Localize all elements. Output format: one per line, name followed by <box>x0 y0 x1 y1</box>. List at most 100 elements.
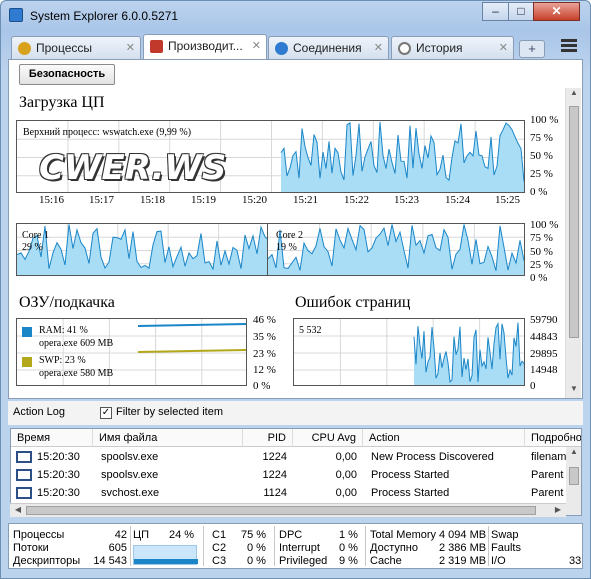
faults-ytick: 59790 <box>530 314 558 326</box>
cell-details: Parent <box>531 487 564 499</box>
scroll-up-icon[interactable]: ▲ <box>566 88 582 102</box>
col-header-pid[interactable]: PID <box>243 429 293 447</box>
menu-icon[interactable] <box>561 38 577 54</box>
cpu-xtick: 15:20 <box>242 194 268 206</box>
action-log-header: Action Log ✓ Filter by selected item <box>8 401 583 425</box>
swp-process: opera.exe 580 MB <box>39 368 114 379</box>
faults-chart: 5 532 <box>293 318 525 386</box>
col-header-time[interactable]: Время <box>11 429 93 447</box>
core2-graph <box>268 224 524 275</box>
scroll-thumb[interactable] <box>569 106 579 338</box>
table-hscrollbar[interactable]: ◀ ▶ <box>10 503 566 517</box>
watermark-logo: CWER.WS <box>39 148 227 188</box>
status-privileged: 9 % <box>339 555 358 567</box>
cell-cpu-avg: 0,00 <box>335 451 357 463</box>
status-swap-label: Swap <box>491 529 519 541</box>
core-ytick: 50 % <box>530 246 553 258</box>
ram-legend-swatch <box>22 327 32 337</box>
cell-pid: 1224 <box>262 451 287 463</box>
clock-icon <box>398 42 411 55</box>
tab-label: Соединения <box>293 41 362 55</box>
top-process-label: Верхний процесс: wswatch.exe (9,99 %) <box>23 127 192 138</box>
tab-close-icon[interactable]: ✕ <box>374 37 383 59</box>
core1-chart: Core 1 29 % <box>16 223 268 276</box>
tab-processes[interactable]: Процессы ✕ <box>11 36 141 60</box>
window-title: System Explorer 6.0.0.5271 <box>30 9 179 23</box>
close-button[interactable]: ✕ <box>533 2 580 21</box>
status-separator <box>488 526 489 566</box>
tab-close-icon[interactable]: ✕ <box>126 37 135 59</box>
cell-filename: spoolsv.exe <box>101 451 159 463</box>
status-bar: Процессы 42 Потоки 605 Дескрипторы 14 54… <box>8 523 583 569</box>
scroll-down-icon[interactable]: ▼ <box>566 384 582 398</box>
new-tab-button[interactable]: + <box>519 40 545 58</box>
status-separator <box>203 526 204 566</box>
status-cpu: 24 % <box>169 529 195 541</box>
status-c2-label: C2 <box>212 542 227 554</box>
hscroll-thumb[interactable] <box>26 506 536 515</box>
status-c1-label: C1 <box>212 529 227 541</box>
core2-value: 19 % <box>276 242 297 253</box>
status-faults-label: Faults <box>491 542 521 554</box>
cpu-xtick: 15:16 <box>39 194 65 206</box>
status-dpc: 1 % <box>339 529 358 541</box>
tab-history[interactable]: История ✕ <box>391 36 514 60</box>
tab-label: Процессы <box>36 41 93 55</box>
ram-line <box>137 323 246 327</box>
ram-process: opera.exe 609 MB <box>39 338 114 349</box>
status-cpu-label: ЦП <box>133 529 150 541</box>
core-ytick: 25 % <box>530 259 553 271</box>
cpu-ytick: 25 % <box>530 168 553 180</box>
col-header-action[interactable]: Action <box>363 429 525 447</box>
ram-heading: ОЗУ/подкачка <box>19 294 115 311</box>
cpu-ytick: 0 % <box>530 186 548 198</box>
table-scrollbar[interactable]: ▲ <box>566 447 581 515</box>
ram-ytick: 23 % <box>253 348 276 360</box>
tab-label: Производит... <box>168 39 243 53</box>
action-log-label: Action Log <box>13 406 65 418</box>
scroll-left-icon[interactable]: ◀ <box>10 505 26 519</box>
status-dpc-label: DPC <box>279 529 303 541</box>
status-separator <box>130 526 131 566</box>
scroll-right-icon[interactable]: ▶ <box>550 505 566 519</box>
tab-close-icon[interactable]: ✕ <box>499 37 508 59</box>
cpu-ytick: 75 % <box>530 132 553 144</box>
col-header-cpu-avg[interactable]: CPU Avg <box>293 429 363 447</box>
panel-scrollbar[interactable]: ▲ ▼ <box>565 88 581 398</box>
process-window-icon <box>16 451 32 463</box>
cell-action: New Process Discovered <box>371 451 494 463</box>
core-ytick: 0 % <box>530 272 548 284</box>
scroll-thumb[interactable] <box>569 467 579 485</box>
maximize-button[interactable]: □ <box>508 2 534 21</box>
cell-action: Process Started <box>371 487 450 499</box>
filter-label: Filter by selected item <box>116 406 223 418</box>
cpu-xtick: 15:17 <box>89 194 115 206</box>
cpu-ytick: 50 % <box>530 150 553 162</box>
tab-connections[interactable]: Соединения ✕ <box>268 36 389 60</box>
tab-close-icon[interactable]: ✕ <box>252 35 261 57</box>
ram-ytick: 12 % <box>253 364 276 376</box>
status-c1: 75 % <box>241 529 267 541</box>
security-button[interactable]: Безопасность <box>19 64 115 85</box>
faults-graph <box>294 319 524 385</box>
status-avail: 2 386 MB <box>439 542 487 554</box>
scroll-up-icon[interactable]: ▲ <box>566 447 581 461</box>
cell-details: Parent <box>531 469 564 481</box>
tab-performance[interactable]: Производит... ✕ <box>143 34 267 61</box>
status-c2: 0 % <box>247 542 266 554</box>
faults-ytick: 14948 <box>530 364 558 376</box>
status-interrupt: 0 % <box>339 542 358 554</box>
minimize-button[interactable]: – <box>482 2 509 21</box>
monitor-icon <box>150 40 163 53</box>
col-header-details[interactable]: Подробно <box>525 429 581 447</box>
col-header-filename[interactable]: Имя файла <box>93 429 243 447</box>
status-cache: 2 319 MB <box>439 555 487 567</box>
status-total-mem: 4 094 MB <box>439 529 487 541</box>
core1-value: 29 % <box>22 242 43 253</box>
cpu-xtick: 15:18 <box>140 194 166 206</box>
cell-action: Process Started <box>371 469 450 481</box>
cell-time: 15:20:30 <box>37 469 80 481</box>
filter-checkbox[interactable]: ✓ <box>100 407 112 419</box>
status-threads: 605 <box>108 542 127 554</box>
swp-line <box>137 349 246 353</box>
